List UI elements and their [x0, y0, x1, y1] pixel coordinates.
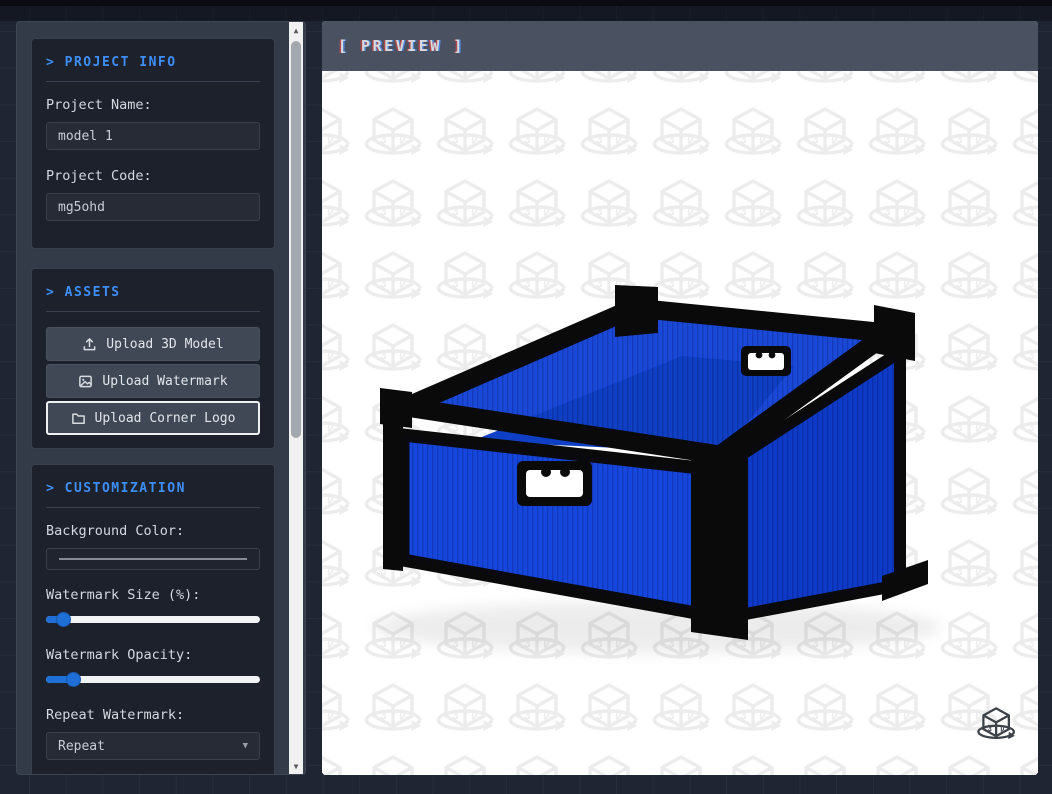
folder-icon	[71, 411, 86, 426]
preview-title: [ PREVIEW ]	[338, 37, 465, 55]
watermark-opacity-label: Watermark Opacity:	[46, 647, 260, 663]
project-info-title: > PROJECT INFO	[46, 53, 260, 70]
watermark-size-slider-thumb[interactable]	[56, 612, 71, 627]
sidebar-scrollbar[interactable]: ▲ ▼	[289, 22, 303, 775]
upload-watermark-label: Upload Watermark	[102, 374, 227, 389]
project-info-panel: > PROJECT INFO Project Name: Project Cod…	[31, 38, 275, 249]
repeat-watermark-label: Repeat Watermark:	[46, 707, 260, 723]
project-name-input[interactable]	[46, 122, 260, 150]
divider	[46, 311, 260, 312]
assets-panel: > ASSETS Upload 3D Model Upload Watermar…	[31, 268, 275, 449]
crate-front-handle	[517, 461, 592, 506]
image-icon	[78, 374, 93, 389]
project-code-input[interactable]	[46, 193, 260, 221]
assets-title: > ASSETS	[46, 283, 260, 300]
customization-title: > CUSTOMIZATION	[46, 479, 260, 496]
background-color-input[interactable]	[46, 548, 260, 570]
project-name-label: Project Name:	[46, 97, 260, 113]
app-root: > PROJECT INFO Project Name: Project Cod…	[0, 0, 1052, 794]
top-shade-strip	[0, 6, 1052, 21]
watermark-opacity-slider[interactable]	[46, 672, 260, 687]
color-swatch-line	[59, 558, 247, 560]
watermark-opacity-slider-thumb[interactable]	[66, 672, 81, 687]
watermark-size-slider-track[interactable]	[46, 616, 260, 623]
crate-inner-handle	[741, 346, 791, 376]
scrollbar-up-arrow[interactable]: ▲	[289, 24, 303, 38]
customization-panel: > CUSTOMIZATION Background Color: Waterm…	[31, 464, 275, 775]
scrollbar-thumb[interactable]	[291, 41, 301, 438]
watermark-size-slider[interactable]	[46, 612, 260, 627]
repeat-watermark-value: Repeat	[58, 739, 105, 754]
scrollbar-down-arrow[interactable]: ▼	[289, 760, 303, 774]
upload-corner-logo-button[interactable]: Upload Corner Logo	[46, 401, 260, 435]
upload-watermark-button[interactable]: Upload Watermark	[46, 364, 260, 398]
background-color-label: Background Color:	[46, 523, 260, 539]
upload-icon	[82, 337, 97, 352]
preview-canvas[interactable]: 3 D	[322, 71, 1038, 775]
divider	[46, 81, 260, 82]
repeat-watermark-select[interactable]: Repeat ▼	[46, 732, 260, 760]
preview-scene: 3 D	[322, 71, 1038, 775]
project-code-label: Project Code:	[46, 168, 260, 184]
upload-3d-model-button[interactable]: Upload 3D Model	[46, 327, 260, 361]
divider	[46, 507, 260, 508]
preview-header: [ PREVIEW ]	[322, 21, 1038, 71]
upload-corner-logo-label: Upload Corner Logo	[95, 411, 236, 426]
chevron-down-icon: ▼	[243, 741, 248, 751]
preview-panel: [ PREVIEW ] 3 D	[322, 21, 1038, 775]
upload-3d-model-label: Upload 3D Model	[106, 337, 223, 352]
watermark-size-label: Watermark Size (%):	[46, 587, 260, 603]
sidebar: > PROJECT INFO Project Name: Project Cod…	[16, 21, 306, 775]
